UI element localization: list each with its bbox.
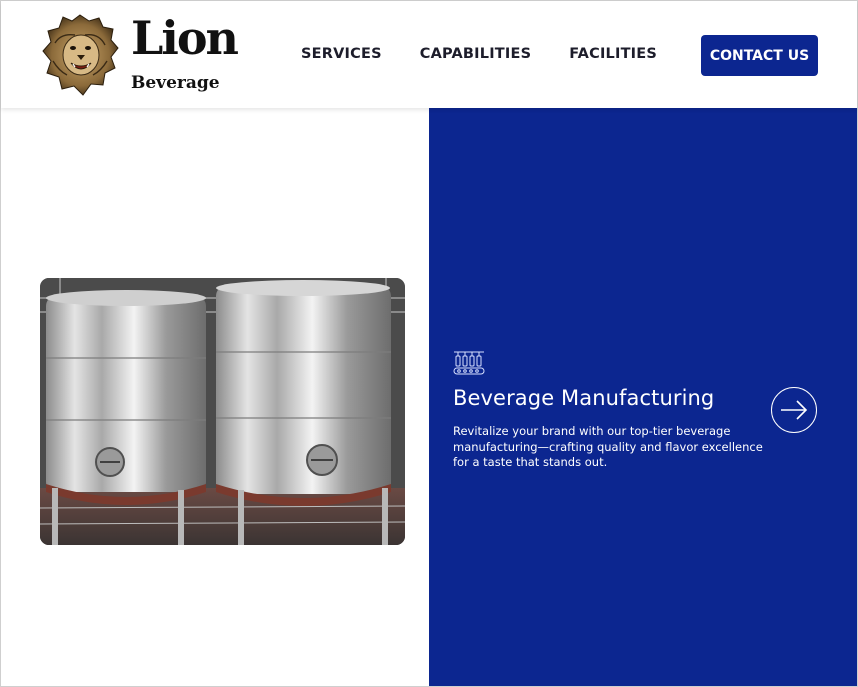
feature-arrow-button[interactable] [771, 387, 817, 433]
site-header: Lion Beverage SERVICES CAPABILITIES FACI… [1, 1, 857, 108]
nav-facilities[interactable]: FACILITIES [569, 46, 657, 62]
lion-head-icon [42, 14, 119, 96]
site-logo[interactable]: Lion Beverage [41, 13, 239, 99]
tanks-illustration [40, 278, 405, 545]
main-nav: SERVICES CAPABILITIES FACILITIES [301, 46, 657, 62]
stainless-steel-tanks-photo [40, 278, 405, 545]
nav-capabilities[interactable]: CAPABILITIES [420, 46, 532, 62]
brand-name: Lion [131, 11, 239, 65]
bottle-conveyor-icon [453, 351, 485, 375]
feature-panel: Beverage Manufacturing Revitalize your b… [429, 108, 857, 686]
feature-title: Beverage Manufacturing [453, 386, 715, 410]
feature-description: Revitalize your brand with our top-tier … [453, 424, 763, 469]
brand-subtitle: Beverage [131, 73, 220, 93]
arrow-right-icon [781, 400, 808, 420]
contact-us-button[interactable]: CONTACT US [701, 35, 818, 76]
nav-services[interactable]: SERVICES [301, 46, 382, 62]
